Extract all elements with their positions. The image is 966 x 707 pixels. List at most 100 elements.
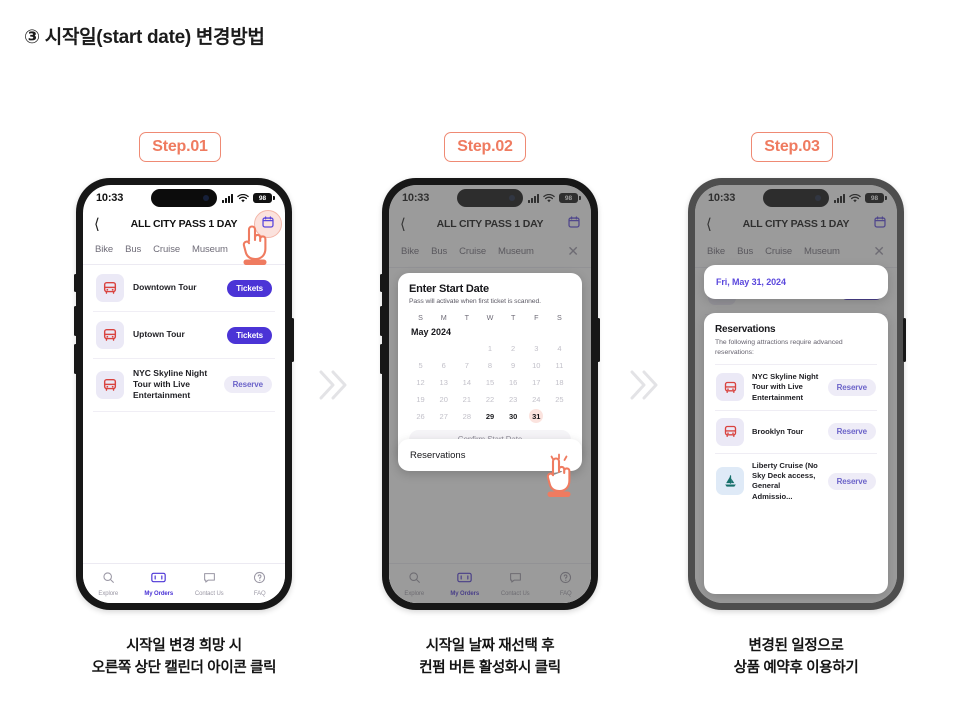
- calendar-icon: [874, 215, 886, 233]
- caption-step-2: 시작일 날짜 재선택 후 컨펌 버튼 활성화시 클릭: [340, 636, 640, 680]
- weekday-label: S: [418, 313, 423, 322]
- calendar-day-3: 3: [534, 343, 539, 353]
- calendar-day-7: 7: [464, 360, 469, 370]
- tab-bike[interactable]: Bike: [707, 246, 725, 257]
- calendar-month-label: May 2024: [411, 327, 452, 337]
- search-icon: [408, 571, 421, 589]
- close-x-icon[interactable]: ✕: [567, 244, 579, 258]
- step-arrow-2-icon: [622, 362, 668, 408]
- bus-icon: [96, 321, 124, 349]
- caption-line-1: 변경된 일정으로: [748, 638, 844, 654]
- caption-line-2: 상품 예약후 이용하기: [733, 659, 859, 676]
- reserve-button[interactable]: Reserve: [827, 472, 876, 490]
- tab-cruise[interactable]: Cruise: [459, 246, 486, 257]
- selected-start-date[interactable]: Fri, May 31, 2024: [704, 265, 888, 299]
- reserve-button[interactable]: Reserve: [827, 423, 876, 441]
- calendar-day-30[interactable]: 30: [502, 409, 525, 423]
- help-icon: [253, 571, 266, 589]
- wifi-icon: [543, 193, 555, 203]
- calendar-day-15: 15: [485, 377, 495, 387]
- help-icon: [559, 571, 572, 589]
- calendar-day-24: 24: [532, 394, 541, 404]
- page-title: ③ 시작일(start date) 변경방법: [24, 27, 265, 48]
- phone-power-button[interactable]: [291, 318, 294, 362]
- tab-explore[interactable]: Explore: [389, 571, 440, 597]
- tab-my-orders[interactable]: My Orders: [440, 571, 491, 597]
- wifi-icon: [237, 193, 249, 203]
- calendar-day-17: 17: [532, 377, 541, 387]
- phone-volume-down-button[interactable]: [74, 344, 77, 374]
- status-time: 10:33: [96, 192, 124, 204]
- modal-subtitle: Pass will activate when first ticket is …: [409, 298, 541, 305]
- bottom-tab-bar: Explore My Orders Contact Us FAQ: [83, 563, 285, 603]
- reservation-row[interactable]: NYC Skyline Night Tour with Live Enterta…: [715, 364, 877, 410]
- reservation-row[interactable]: Brooklyn Tour Reserve: [715, 409, 877, 453]
- reserve-button[interactable]: Reserve: [827, 378, 876, 396]
- calendar-blank-cell: [432, 341, 455, 355]
- screen-step-2: 10:33 98 ⟨ ALL CITY PASS 1 DAY Bike Bus …: [389, 185, 591, 603]
- calendar-day-13: 13: [439, 377, 448, 387]
- tab-bus[interactable]: Bus: [125, 244, 141, 255]
- tab-bus[interactable]: Bus: [737, 246, 753, 257]
- screen-step-1: 10:33 98 ⟨ ALL CITY PASS 1 DAY Bike Bus …: [83, 185, 285, 603]
- tickets-button[interactable]: Tickets: [227, 279, 272, 297]
- wifi-icon: [849, 193, 861, 203]
- calendar-day-9: 9: [511, 360, 516, 370]
- phone-volume-up-button[interactable]: [74, 306, 77, 336]
- step-badge-2: Step.02: [444, 132, 526, 162]
- tickets-button[interactable]: Tickets: [227, 326, 272, 344]
- calendar-day-1: 1: [487, 343, 493, 353]
- phone-mute-switch[interactable]: [380, 274, 383, 292]
- tab-museum[interactable]: Museum: [804, 246, 840, 257]
- phone-volume-up-button[interactable]: [380, 306, 383, 336]
- step-badge-1: Step.01: [139, 132, 221, 162]
- calendar-day-4: 4: [557, 343, 562, 353]
- phone-step-3: 10:33 98 ⟨ ALL CITY PASS 1 DAY Bike Bus …: [688, 178, 906, 610]
- reserve-button[interactable]: Reserve: [223, 376, 272, 394]
- bus-icon: [96, 370, 124, 399]
- calendar-day-31[interactable]: 31: [529, 409, 544, 423]
- tab-bus[interactable]: Bus: [431, 246, 447, 257]
- tab-museum[interactable]: Museum: [192, 244, 228, 255]
- calendar-day-18: 18: [555, 377, 564, 387]
- weekday-label: M: [440, 313, 447, 322]
- reservation-title: NYC Skyline Night Tour with Live Enterta…: [752, 372, 819, 402]
- tab-bike[interactable]: Bike: [401, 246, 419, 257]
- calendar-day-10: 10: [532, 360, 541, 370]
- close-x-icon[interactable]: ✕: [873, 244, 885, 258]
- calendar-day-23: 23: [508, 394, 518, 404]
- calendar-icon-button[interactable]: [874, 215, 886, 233]
- tab-museum[interactable]: Museum: [498, 246, 534, 257]
- tab-label: My Orders: [450, 590, 480, 597]
- phone-power-button[interactable]: [903, 318, 906, 362]
- phone-power-button[interactable]: [597, 318, 600, 362]
- page-header-title: ALL CITY PASS 1 DAY: [742, 218, 850, 230]
- tab-contact-us[interactable]: Contact Us: [490, 571, 541, 597]
- list-item[interactable]: Downtown Tour Tickets: [93, 265, 275, 312]
- phone-volume-down-button[interactable]: [380, 344, 383, 374]
- calendar-day-20: 20: [439, 394, 448, 404]
- calendar-day-22: 22: [485, 394, 495, 404]
- list-item[interactable]: Uptown Tour Tickets: [93, 312, 275, 359]
- reservation-row[interactable]: Liberty Cruise (No Sky Deck access, Gene…: [715, 452, 877, 509]
- tab-bike[interactable]: Bike: [95, 244, 113, 255]
- calendar-day-8: 8: [487, 360, 493, 370]
- tab-faq[interactable]: FAQ: [541, 571, 592, 597]
- reservations-list: NYC Skyline Night Tour with Live Enterta…: [715, 364, 877, 509]
- nav-bar: ⟨ ALL CITY PASS 1 DAY: [389, 211, 591, 237]
- tab-cruise[interactable]: Cruise: [765, 246, 792, 257]
- tab-cruise[interactable]: Cruise: [153, 244, 180, 255]
- list-item[interactable]: NYC Skyline Night Tour with Live Enterta…: [93, 359, 275, 412]
- calendar-day-29[interactable]: 29: [478, 409, 501, 423]
- calendar-icon-button[interactable]: [568, 215, 580, 233]
- tab-explore[interactable]: Explore: [83, 571, 134, 597]
- calendar-weekday-header: S M T W T F S: [409, 313, 571, 322]
- tab-contact-us[interactable]: Contact Us: [184, 571, 235, 597]
- step-arrow-1-icon: [311, 362, 357, 408]
- list-item-title: Uptown Tour: [133, 329, 185, 340]
- tab-label: FAQ: [559, 590, 572, 597]
- tab-faq[interactable]: FAQ: [235, 571, 286, 597]
- phone-mute-switch[interactable]: [74, 274, 77, 292]
- tab-my-orders[interactable]: My Orders: [134, 571, 185, 597]
- battery-icon: 98: [559, 193, 581, 203]
